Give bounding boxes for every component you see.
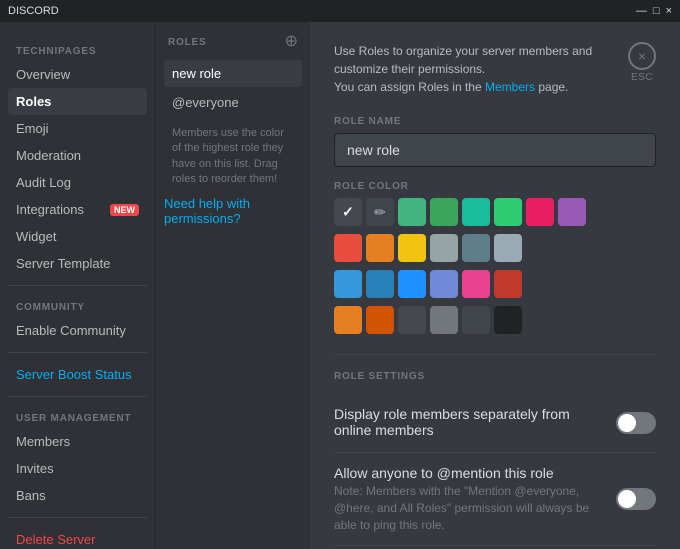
sidebar-item-moderation[interactable]: Moderation (8, 142, 147, 169)
color-options: ✏ (334, 198, 656, 334)
color-swatch-1-0[interactable] (334, 234, 362, 262)
role-item-everyone[interactable]: @everyone (164, 89, 302, 116)
color-swatch-1-5[interactable] (494, 234, 522, 262)
sidebar-item-overview[interactable]: Overview (8, 61, 147, 88)
sidebar-item-audit-log[interactable]: Audit Log (8, 169, 147, 196)
toggle-display-separately[interactable] (616, 412, 656, 434)
role-name-label: ROLE NAME (334, 116, 656, 127)
main-content: Use Roles to organize your server member… (310, 22, 680, 549)
color-swatch-selected[interactable] (334, 198, 362, 226)
info-banner: Use Roles to organize your server member… (334, 42, 656, 96)
sidebar-item-server-template[interactable]: Server Template (8, 250, 147, 277)
settings-row-display-text: Display role members separately from onl… (334, 406, 600, 440)
color-swatch-3-3[interactable] (430, 306, 458, 334)
info-banner-text: Use Roles to organize your server member… (334, 42, 616, 96)
color-swatch-0-0[interactable] (398, 198, 426, 226)
divider-2 (8, 352, 147, 353)
color-swatch-0-1[interactable] (430, 198, 458, 226)
roles-help-link[interactable]: Need help with permissions? (164, 196, 250, 226)
color-swatch-2-5[interactable] (494, 270, 522, 298)
roles-help-text: Members use the color of the highest rol… (164, 118, 302, 196)
section-divider-1 (334, 354, 656, 355)
roles-header: ROLES ⊕ (164, 34, 302, 50)
color-swatch-2-2[interactable] (398, 270, 426, 298)
color-swatch-2-0[interactable] (334, 270, 362, 298)
sidebar: TECHNIPAGES Overview Roles Emoji Moderat… (0, 22, 155, 549)
role-color-label: ROLE COLOR (334, 181, 656, 192)
sidebar-item-delete-server[interactable]: Delete Server (8, 526, 147, 549)
sidebar-item-integrations[interactable]: Integrations NEW (8, 196, 147, 223)
close-wrapper: × ESC (628, 42, 656, 83)
roles-panel: ROLES ⊕ new role @everyone Members use t… (155, 22, 310, 549)
role-item-new-role[interactable]: new role (164, 60, 302, 87)
color-swatch-3-2[interactable] (398, 306, 426, 334)
color-swatch-0-2[interactable] (462, 198, 490, 226)
window-controls: — □ × (636, 5, 672, 17)
color-swatch-3-0[interactable] (334, 306, 362, 334)
sidebar-item-roles[interactable]: Roles (8, 88, 147, 115)
close-button[interactable]: × (666, 5, 672, 17)
color-swatch-0-5[interactable] (558, 198, 586, 226)
color-swatch-1-1[interactable] (366, 234, 394, 262)
color-swatch-1-2[interactable] (398, 234, 426, 262)
color-swatch-3-5[interactable] (494, 306, 522, 334)
members-link[interactable]: Members (485, 80, 535, 94)
settings-row-mention-text: Allow anyone to @mention this role Note:… (334, 465, 600, 533)
color-swatch-2-4[interactable] (462, 270, 490, 298)
color-swatch-1-4[interactable] (462, 234, 490, 262)
color-swatch-2-3[interactable] (430, 270, 458, 298)
app-body: TECHNIPAGES Overview Roles Emoji Moderat… (0, 22, 680, 549)
divider-1 (8, 285, 147, 286)
toggle-allow-mention[interactable] (616, 488, 656, 510)
color-picker-section: ROLE COLOR ✏ (334, 181, 656, 334)
settings-row-allow-mention: Allow anyone to @mention this role Note:… (334, 453, 656, 546)
maximize-button[interactable]: □ (653, 5, 660, 17)
sidebar-item-members[interactable]: Members (8, 428, 147, 455)
color-swatch-0-3[interactable] (494, 198, 522, 226)
roles-add-button[interactable]: ⊕ (285, 34, 298, 50)
color-swatch-1-3[interactable] (430, 234, 458, 262)
color-swatch-3-4[interactable] (462, 306, 490, 334)
color-eyedropper-button[interactable]: ✏ (366, 198, 394, 226)
sidebar-item-emoji[interactable]: Emoji (8, 115, 147, 142)
integrations-new-badge: NEW (110, 204, 139, 216)
sidebar-item-invites[interactable]: Invites (8, 455, 147, 482)
sidebar-item-enable-community[interactable]: Enable Community (8, 317, 147, 344)
sidebar-item-bans[interactable]: Bans (8, 482, 147, 509)
color-swatch-0-4[interactable] (526, 198, 554, 226)
divider-3 (8, 396, 147, 397)
titlebar: DISCORD — □ × (0, 0, 680, 22)
esc-label: ESC (631, 72, 653, 83)
role-name-input[interactable] (334, 133, 656, 167)
section-user-mgmt-label: USER MANAGEMENT (8, 405, 147, 428)
color-swatch-2-1[interactable] (366, 270, 394, 298)
app-title: DISCORD (8, 5, 59, 17)
divider-4 (8, 517, 147, 518)
minimize-button[interactable]: — (636, 5, 647, 17)
sidebar-item-server-boost[interactable]: Server Boost Status (8, 361, 147, 388)
color-swatch-3-1[interactable] (366, 306, 394, 334)
roles-header-label: ROLES (168, 37, 206, 48)
section-community-label: COMMUNITY (8, 294, 147, 317)
section-technipages-label: TECHNIPAGES (8, 38, 147, 61)
sidebar-item-widget[interactable]: Widget (8, 223, 147, 250)
role-settings-label: ROLE SETTINGS (334, 371, 656, 382)
close-button[interactable]: × (628, 42, 656, 70)
settings-row-display-separately: Display role members separately from onl… (334, 394, 656, 453)
